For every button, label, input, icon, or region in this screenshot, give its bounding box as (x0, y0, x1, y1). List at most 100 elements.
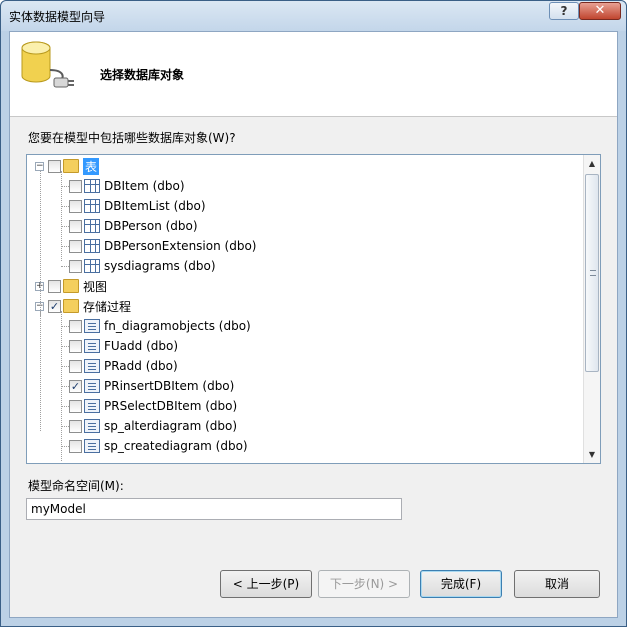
stored-procedure-icon (84, 419, 100, 433)
tree-item[interactable]: sp_alterdiagram (dbo) (69, 416, 237, 436)
folder-view-icon (63, 279, 79, 293)
tree-item[interactable]: DBPersonExtension (dbo) (69, 236, 256, 256)
tree-item-checkbox[interactable] (69, 219, 82, 233)
tree-item-label: PRSelectDBItem (dbo) (104, 399, 238, 413)
next-button[interactable]: 下一步(N) > (318, 570, 410, 598)
tree-item-checkbox[interactable] (69, 319, 82, 333)
table-icon (84, 199, 100, 213)
tree-item[interactable]: PRSelectDBItem (dbo) (69, 396, 237, 416)
tree-connector-line (61, 246, 69, 247)
tree-connector-line (61, 406, 69, 407)
cancel-button[interactable]: 取消 (514, 570, 600, 598)
tree-item-checkbox[interactable] (69, 339, 82, 353)
stored-procedure-icon (84, 339, 100, 353)
finish-button[interactable]: 完成(F) (420, 570, 502, 598)
database-plug-icon (21, 41, 74, 88)
tree-connector-line (61, 226, 69, 227)
stored-procedure-icon (84, 439, 100, 453)
table-icon (84, 239, 100, 253)
tree-item-checkbox[interactable] (69, 439, 82, 453)
tree-item[interactable]: − ✓ 存储过程 (35, 296, 131, 316)
tree-item-checkbox[interactable]: ✓ (69, 379, 82, 393)
tree-connector-line (61, 446, 69, 447)
tree-connector-line (61, 311, 62, 461)
wizard-window: 实体数据模型向导 ? ✕ 选择数据库对象 您要在模型中包括哪些数据库对象(W)?… (0, 0, 627, 627)
close-button[interactable]: ✕ (579, 2, 621, 20)
tree-connector-line (61, 346, 69, 347)
tree-item-checkbox[interactable] (48, 279, 61, 293)
collapse-icon[interactable]: − (35, 161, 44, 171)
tree-item-label: PRinsertDBItem (dbo) (104, 379, 235, 393)
folder-proc-icon (63, 299, 79, 313)
scroll-grip-icon (590, 270, 596, 276)
tree-item-label: DBItem (dbo) (104, 179, 185, 193)
tree-item[interactable]: + 视图 (35, 276, 107, 296)
tree-item-label: PRadd (dbo) (104, 359, 178, 373)
stored-procedure-icon (84, 379, 100, 393)
tree-item-label: 表 (83, 157, 100, 175)
tree-item-label: sp_alterdiagram (dbo) (104, 419, 238, 433)
tree-item[interactable]: DBItem (dbo) (69, 176, 185, 196)
table-icon (84, 219, 100, 233)
tree-connector-line (61, 426, 69, 427)
tree-item-checkbox[interactable] (69, 259, 82, 273)
tree-item[interactable]: DBPerson (dbo) (69, 216, 198, 236)
tree-connector-line (61, 366, 69, 367)
scroll-thumb[interactable] (585, 174, 599, 372)
stored-procedure-icon (84, 319, 100, 333)
tree-item-label: 视图 (83, 279, 108, 294)
tree-connector-line (61, 186, 69, 187)
scroll-up-arrow-icon[interactable]: ▲ (584, 155, 600, 172)
database-objects-tree[interactable]: − 表 DBItem (dbo) DBItemList (dbo) DBPerson (… (26, 154, 601, 464)
tree-item-label: sysdiagrams (dbo) (104, 259, 216, 273)
tree-item[interactable]: DBItemList (dbo) (69, 196, 206, 216)
tree-item[interactable]: sp_creatediagram (dbo) (69, 436, 248, 456)
window-title: 实体数据模型向导 (9, 10, 106, 24)
tree-connector-line (40, 311, 41, 431)
tree-item-checkbox[interactable] (48, 159, 61, 173)
tree-item[interactable]: − 表 (35, 156, 100, 176)
folder-table-icon (63, 159, 79, 173)
tree-item-label: DBItemList (dbo) (104, 199, 206, 213)
stored-procedure-icon (84, 359, 100, 373)
scroll-down-arrow-icon[interactable]: ▼ (584, 446, 600, 463)
tree-item-label: fn_diagramobjects (dbo) (104, 319, 251, 333)
tree-content: − 表 DBItem (dbo) DBItemList (dbo) DBPerson (… (27, 155, 582, 463)
table-icon (84, 259, 100, 273)
tree-connector-line (40, 171, 41, 316)
tree-item-label: DBPerson (dbo) (104, 219, 198, 233)
tree-item[interactable]: FUadd (dbo) (69, 336, 178, 356)
tree-item[interactable]: fn_diagramobjects (dbo) (69, 316, 251, 336)
wizard-header: 选择数据库对象 (10, 32, 617, 117)
objects-prompt-label: 您要在模型中包括哪些数据库对象(W)? (28, 131, 236, 145)
tree-connector-line (61, 266, 69, 267)
tree-connector-line (61, 206, 69, 207)
tree-item[interactable]: ✓ PRinsertDBItem (dbo) (69, 376, 234, 396)
tree-item-checkbox[interactable] (69, 239, 82, 253)
tree-item-checkbox[interactable] (69, 359, 82, 373)
back-button[interactable]: < 上一步(P) (220, 570, 312, 598)
tree-item-checkbox[interactable] (69, 199, 82, 213)
tree-connector-line (61, 171, 62, 261)
tree-item-checkbox[interactable]: ✓ (48, 299, 61, 313)
tree-item[interactable]: sysdiagrams (dbo) (69, 256, 216, 276)
tree-item-label: sp_creatediagram (dbo) (104, 439, 248, 453)
namespace-label: 模型命名空间(M): (28, 479, 124, 493)
stored-procedure-icon (84, 399, 100, 413)
tree-connector-line (61, 386, 69, 387)
tree-scrollbar[interactable]: ▲ ▼ (583, 155, 600, 463)
tree-item-checkbox[interactable] (69, 399, 82, 413)
tree-item[interactable]: PRadd (dbo) (69, 356, 178, 376)
tree-item-checkbox[interactable] (69, 179, 82, 193)
tree-item-label: DBPersonExtension (dbo) (104, 239, 257, 253)
tree-item-checkbox[interactable] (69, 419, 82, 433)
wizard-client-area: 选择数据库对象 您要在模型中包括哪些数据库对象(W)? − 表 DBItem (db… (9, 31, 618, 618)
namespace-input[interactable] (26, 498, 402, 520)
tree-item-label: FUadd (dbo) (104, 339, 179, 353)
tree-connector-line (61, 326, 69, 327)
page-title: 选择数据库对象 (100, 68, 185, 82)
table-icon (84, 179, 100, 193)
tree-item-label: 存储过程 (83, 299, 132, 314)
title-bar[interactable]: 实体数据模型向导 ? ✕ (1, 1, 626, 31)
help-button[interactable]: ? (549, 2, 579, 20)
